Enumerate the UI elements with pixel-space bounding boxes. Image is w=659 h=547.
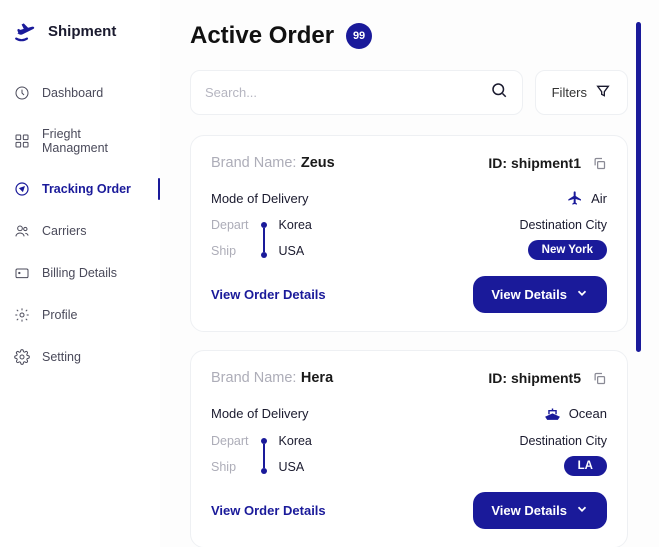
sidebar-item-dashboard[interactable]: Dashboard (0, 72, 160, 114)
mode-label: Mode of Delivery (211, 406, 309, 421)
destination-label: Destination City (519, 434, 607, 448)
depart-value: Korea (279, 434, 312, 448)
view-details-button[interactable]: View Details (473, 276, 607, 313)
ship-value: USA (279, 244, 312, 258)
sidebar-item-label: Profile (42, 308, 77, 322)
search-input[interactable] (205, 85, 490, 100)
gear-icon (14, 307, 30, 323)
scrollbar[interactable] (636, 22, 641, 352)
order-card: Brand Name: Zeus ID: shipment1 Mode of D… (190, 135, 628, 332)
grid-icon (14, 133, 30, 149)
view-details-button[interactable]: View Details (473, 492, 607, 529)
brand-label: Brand Name: (211, 155, 296, 171)
copy-icon[interactable] (591, 155, 607, 171)
view-details-label: View Details (491, 503, 567, 518)
plane-icon (567, 190, 583, 206)
destination-label: Destination City (519, 218, 607, 232)
chevron-down-icon (575, 286, 589, 303)
sidebar-item-label: Setting (42, 350, 81, 364)
ship-label: Ship (211, 244, 249, 258)
search-icon (490, 81, 508, 104)
view-order-details-link[interactable]: View Order Details (211, 503, 326, 518)
id-label: ID: (488, 155, 507, 171)
filters-label: Filters (552, 85, 587, 100)
sidebar-item-billing[interactable]: Billing Details (0, 252, 160, 294)
settings-icon (14, 349, 30, 365)
route-line (263, 218, 265, 258)
destination-pill: LA (564, 456, 607, 476)
sidebar-item-carriers[interactable]: Carriers (0, 210, 160, 252)
sidebar-item-tracking[interactable]: Tracking Order (0, 168, 160, 210)
mode-label: Mode of Delivery (211, 191, 309, 206)
depart-label: Depart (211, 218, 249, 232)
view-order-details-link[interactable]: View Order Details (211, 287, 326, 302)
dashboard-icon (14, 85, 30, 101)
brand-label: Brand Name: (211, 370, 296, 386)
card-icon (14, 265, 30, 281)
depart-label: Depart (211, 434, 249, 448)
view-details-label: View Details (491, 287, 567, 302)
order-card: Brand Name: Hera ID: shipment5 Mode of D… (190, 350, 628, 547)
mode-value: Ocean (569, 406, 607, 421)
ship-label: Ship (211, 460, 249, 474)
mode-value: Air (591, 191, 607, 206)
sidebar-item-label: Frieght Managment (42, 127, 146, 155)
brand-value: Zeus (301, 155, 335, 171)
main: Active Order 99 Filters Brand Name: Zeus (160, 0, 659, 547)
page-header: Active Order 99 (190, 22, 628, 50)
brand-value: Hera (301, 370, 333, 386)
id-value: shipment1 (511, 155, 581, 171)
sidebar-item-label: Dashboard (42, 86, 103, 100)
sidebar-item-label: Carriers (42, 224, 86, 238)
compass-icon (14, 181, 30, 197)
order-list: Brand Name: Zeus ID: shipment1 Mode of D… (190, 135, 628, 547)
sidebar-item-label: Billing Details (42, 266, 117, 280)
logo: Shipment (0, 18, 160, 72)
sidebar: Shipment Dashboard Frieght Managment Tra… (0, 0, 160, 547)
id-label: ID: (488, 370, 507, 386)
id-value: shipment5 (511, 370, 581, 386)
sidebar-item-profile[interactable]: Profile (0, 294, 160, 336)
destination-pill: New York (528, 240, 607, 260)
chevron-down-icon (575, 502, 589, 519)
order-count-badge: 99 (346, 23, 372, 49)
ship-value: USA (279, 460, 312, 474)
users-icon (14, 223, 30, 239)
depart-value: Korea (279, 218, 312, 232)
route-line (263, 434, 265, 474)
sidebar-item-setting[interactable]: Setting (0, 336, 160, 378)
filter-icon (595, 83, 611, 102)
sidebar-item-freight[interactable]: Frieght Managment (0, 114, 160, 168)
filters-button[interactable]: Filters (535, 70, 628, 115)
copy-icon[interactable] (591, 370, 607, 386)
logo-text: Shipment (48, 23, 116, 40)
shipment-logo-icon (14, 18, 40, 44)
sidebar-item-label: Tracking Order (42, 182, 131, 196)
page-title: Active Order (190, 22, 334, 50)
ship-icon (544, 405, 561, 422)
search-box[interactable] (190, 70, 523, 115)
